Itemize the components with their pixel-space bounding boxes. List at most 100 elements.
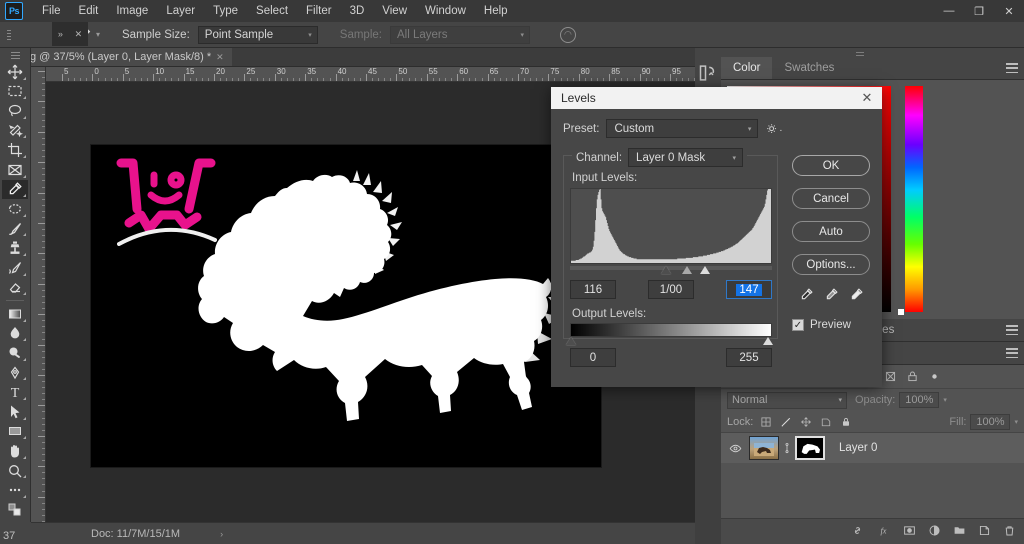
sample-size-select[interactable]: Point Sample ▾	[197, 25, 318, 44]
menu-filter[interactable]: Filter	[297, 2, 341, 20]
input-levels-slider-track[interactable]	[570, 266, 772, 270]
input-highlight-field[interactable]: 147	[726, 280, 772, 299]
preview-checkbox[interactable]: ✓	[792, 319, 804, 331]
input-midtone-field[interactable]: 1/00	[648, 280, 694, 299]
zoom-level-indicator[interactable]: 37	[0, 522, 31, 544]
chevron-down-icon[interactable]: ▾	[1014, 418, 1018, 426]
set-black-point-eyedropper-icon[interactable]	[799, 287, 814, 305]
menu-file[interactable]: File	[33, 2, 70, 20]
layer-mask-thumbnail[interactable]	[795, 436, 825, 460]
sample-select[interactable]: All Layers ▾	[389, 25, 530, 44]
toolbar-gripper-icon[interactable]	[9, 52, 21, 59]
history-panel-icon[interactable]	[698, 63, 718, 83]
lasso-tool[interactable]	[2, 101, 28, 121]
options-button[interactable]: Options...	[792, 254, 870, 275]
smart-object-filter-icon[interactable]	[901, 367, 923, 387]
artboard[interactable]	[91, 145, 601, 467]
dock-gripper-icon[interactable]	[695, 48, 1024, 57]
new-group-icon[interactable]	[953, 524, 966, 540]
close-icon[interactable]: ✕	[858, 89, 876, 107]
menu-type[interactable]: Type	[204, 2, 247, 20]
move-tool[interactable]	[2, 62, 28, 82]
menu-view[interactable]: View	[373, 2, 416, 20]
horizontal-ruler[interactable]: 5051015202530354045505560657075808590951…	[46, 67, 695, 82]
cancel-button[interactable]: Cancel	[792, 188, 870, 209]
menu-help[interactable]: Help	[475, 2, 517, 20]
secondary-panel-menu-icon[interactable]	[1006, 348, 1018, 358]
input-white-point-handle[interactable]	[700, 266, 710, 274]
menu-layer[interactable]: Layer	[157, 2, 204, 20]
input-black-point-handle[interactable]	[661, 266, 671, 274]
tool-dock-icon[interactable]: »	[58, 29, 63, 39]
lock-all-icon[interactable]	[839, 415, 853, 429]
quick-selection-tool[interactable]	[2, 121, 28, 141]
preset-select[interactable]: Custom ▾	[606, 119, 759, 138]
menu-edit[interactable]: Edit	[70, 2, 108, 20]
close-button[interactable]: ✕	[994, 0, 1024, 22]
lock-transparent-pixels-icon[interactable]	[759, 415, 773, 429]
filter-toggle-icon[interactable]	[923, 367, 945, 387]
rectangle-shape-tool[interactable]	[2, 422, 28, 442]
eraser-tool[interactable]	[2, 278, 28, 298]
blur-tool[interactable]	[2, 324, 28, 344]
auto-button[interactable]: Auto	[792, 221, 870, 242]
show-sampling-ring-icon[interactable]: ◠	[559, 26, 576, 43]
set-white-point-eyedropper-icon[interactable]	[849, 287, 864, 305]
channel-select[interactable]: Layer 0 Mask ▾	[628, 148, 744, 167]
adjustments-panel-menu-icon[interactable]	[1006, 325, 1018, 335]
preset-options-gear-icon[interactable]: .	[766, 123, 782, 135]
dodge-tool[interactable]	[2, 343, 28, 363]
link-layers-icon[interactable]	[851, 524, 864, 540]
history-brush-tool[interactable]	[2, 258, 28, 278]
new-layer-icon[interactable]	[978, 524, 991, 540]
document-tab-close-icon[interactable]: ✕	[216, 52, 224, 63]
opacity-value[interactable]: 100%	[899, 392, 940, 408]
zoom-tool[interactable]	[2, 461, 28, 481]
output-white-field[interactable]: 255	[726, 348, 772, 367]
table-row[interactable]: Layer 0	[721, 433, 1024, 463]
pen-tool[interactable]	[2, 363, 28, 383]
default-colors-icon[interactable]	[2, 500, 28, 520]
input-levels-histogram[interactable]	[570, 188, 772, 264]
maximize-button[interactable]: ❐	[964, 0, 994, 22]
output-white-handle[interactable]	[763, 337, 773, 345]
menu-image[interactable]: Image	[107, 2, 157, 20]
status-expand-caret-icon[interactable]: ›	[220, 529, 223, 539]
tab-swatches[interactable]: Swatches	[772, 57, 846, 79]
menu-3d[interactable]: 3D	[341, 2, 374, 20]
levels-dialog-titlebar[interactable]: Levels ✕	[551, 87, 882, 109]
layer-thumbnail[interactable]	[749, 436, 779, 460]
fx-icon[interactable]: fx	[876, 524, 891, 540]
options-gripper-icon[interactable]	[4, 25, 14, 45]
tab-color[interactable]: Color	[721, 57, 773, 79]
brush-tool[interactable]	[2, 219, 28, 239]
blend-mode-select[interactable]: Normal ▾	[727, 391, 847, 409]
output-black-field[interactable]: 0	[570, 348, 616, 367]
set-gray-point-eyedropper-icon[interactable]	[824, 287, 839, 305]
output-levels-gradient[interactable]	[570, 323, 772, 337]
crop-tool[interactable]	[2, 140, 28, 160]
menu-window[interactable]: Window	[416, 2, 475, 20]
layer-visibility-eye-icon[interactable]	[725, 442, 745, 455]
fill-value[interactable]: 100%	[970, 413, 1011, 430]
shape-filter-icon[interactable]	[879, 367, 901, 387]
type-tool[interactable]: T	[2, 382, 28, 402]
color-panel-menu-icon[interactable]	[1006, 63, 1018, 73]
lock-artboard-nesting-icon[interactable]	[819, 415, 833, 429]
healing-brush-tool[interactable]	[2, 199, 28, 219]
input-midtone-handle[interactable]	[682, 266, 692, 274]
minimize-button[interactable]: —	[934, 0, 964, 22]
output-black-handle[interactable]	[566, 337, 576, 345]
tool-preset-caret-icon[interactable]: ▾	[96, 30, 100, 39]
delete-layer-icon[interactable]	[1003, 524, 1016, 540]
frame-tool[interactable]	[2, 160, 28, 180]
menu-select[interactable]: Select	[247, 2, 297, 20]
vertical-ruler[interactable]	[31, 67, 46, 522]
link-icon[interactable]	[783, 442, 791, 454]
input-shadow-field[interactable]: 116	[570, 280, 616, 299]
chevron-down-icon[interactable]: ▾	[943, 396, 947, 404]
hand-tool[interactable]	[2, 441, 28, 461]
clone-stamp-tool[interactable]	[2, 238, 28, 258]
levels-dialog[interactable]: Levels ✕ Preset: Custom ▾ . Channel: Lay…	[551, 87, 882, 387]
ok-button[interactable]: OK	[792, 155, 870, 176]
